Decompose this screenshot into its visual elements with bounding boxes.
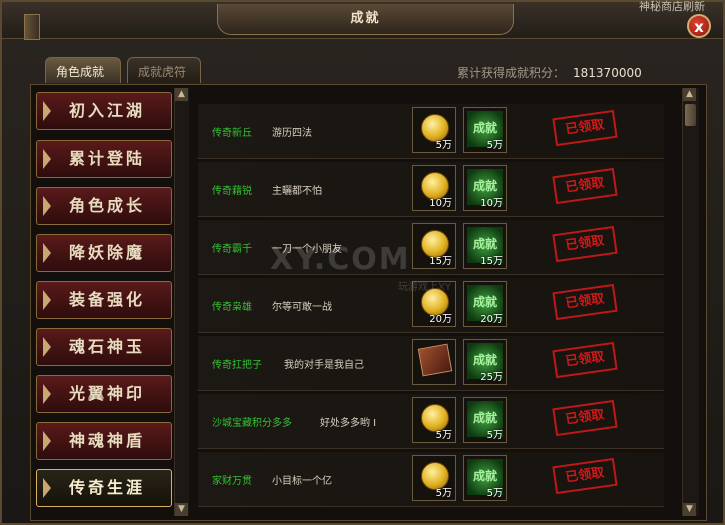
reward-qty: 5万 <box>435 140 452 151</box>
achievement-name: 传奇新丘 <box>212 128 252 139</box>
reward-achievement[interactable]: 成就 25万 <box>463 339 507 385</box>
achievement-name: 传奇霸千 <box>212 244 252 255</box>
reward-gold[interactable]: 5万 <box>412 107 456 153</box>
achievement-row: 沙城宝藏积分多多 好处多多哟 I 5万 成就 5万 已领取 <box>198 394 664 449</box>
achievement-row: 传奇扛把子 我的对手是我自己 成就 25万 已领取 <box>198 336 664 391</box>
category-item-selected[interactable]: 传奇生涯 <box>36 469 172 507</box>
category-item[interactable]: 角色成长 <box>36 187 172 225</box>
reward-qty: 5万 <box>435 488 452 499</box>
reward-qty: 15万 <box>480 256 503 267</box>
claimed-stamp: 已领取 <box>552 283 618 321</box>
category-item[interactable]: 光翼神印 <box>36 375 172 413</box>
reward-qty: 15万 <box>429 256 452 267</box>
claimed-stamp: 已领取 <box>552 167 618 205</box>
claimed-stamp: 已领取 <box>552 225 618 263</box>
reward-gold[interactable]: 10万 <box>412 165 456 211</box>
watermark-text: XY.COM <box>270 242 411 277</box>
list-scrollbar[interactable]: ▲ ▼ <box>682 88 699 516</box>
scroll-icon <box>417 343 453 377</box>
achievement-desc: 主曬都不怕 <box>272 186 322 197</box>
claimed-stamp: 已领取 <box>552 457 618 495</box>
achievement-window: 成就 神秘商店刷新 x 角色成就 成就虎符 累计获得成就积分： 181370000… <box>0 0 725 525</box>
reward-qty: 5万 <box>486 488 503 499</box>
score-value: 181370000 <box>573 66 642 80</box>
window-title: 成就 <box>217 4 514 35</box>
achievement-desc: 游历四法 <box>272 128 312 139</box>
achievement-row: 传奇藉锐 主曬都不怕 10万 成就 10万 已领取 <box>198 162 664 217</box>
reward-qty: 5万 <box>486 140 503 151</box>
reward-achievement[interactable]: 成就 15万 <box>463 223 507 269</box>
scroll-up-icon[interactable]: ▲ <box>683 88 696 101</box>
claimed-stamp: 已领取 <box>552 109 618 147</box>
achievement-row: 传奇新丘 游历四法 5万 成就 5万 已领取 <box>198 104 664 159</box>
scroll-thumb[interactable] <box>685 104 696 126</box>
category-item[interactable]: 魂石神玉 <box>36 328 172 366</box>
sidebar-scrollbar[interactable]: ▲ ▼ <box>174 88 189 516</box>
reward-qty: 10万 <box>480 198 503 209</box>
reward-achievement[interactable]: 成就 10万 <box>463 165 507 211</box>
reward-qty: 25万 <box>480 372 503 383</box>
achievement-desc: 小目标一个亿 <box>272 476 332 487</box>
category-item[interactable]: 初入江湖 <box>36 92 172 130</box>
watermark-subtext: 玩游戏上XY <box>398 282 451 293</box>
score-label: 累计获得成就积分： <box>457 66 566 80</box>
achievement-list: 传奇新丘 游历四法 5万 成就 5万 已领取 传奇藉锐 主曬都不怕 10万 成就 1… <box>198 104 664 509</box>
reward-item[interactable] <box>412 339 456 385</box>
shop-refresh-label[interactable]: 神秘商店刷新 <box>639 0 705 14</box>
achievement-name: 家财万贯 <box>212 476 252 487</box>
close-icon[interactable]: x <box>687 14 711 38</box>
reward-achievement[interactable]: 成就 5万 <box>463 455 507 501</box>
achievement-name: 沙城宝藏积分多多 <box>212 418 292 429</box>
category-item[interactable]: 神魂神盾 <box>36 422 172 460</box>
scroll-down-icon[interactable]: ▼ <box>175 503 188 516</box>
scroll-up-icon[interactable]: ▲ <box>175 88 188 101</box>
reward-gold[interactable]: 5万 <box>412 397 456 443</box>
tab-achievement-tiger-tally[interactable]: 成就虎符 <box>127 57 201 83</box>
achievement-row: 传奇霸千 一刀一个小朋友 15万 成就 15万 已领取 <box>198 220 664 275</box>
title-bar: 成就 神秘商店刷新 <box>2 0 723 40</box>
claimed-stamp: 已领取 <box>552 341 618 379</box>
reward-achievement[interactable]: 成就 20万 <box>463 281 507 327</box>
achievement-desc: 好处多多哟 I <box>320 418 377 429</box>
achievement-name: 传奇枭雄 <box>212 302 252 313</box>
category-sidebar: 初入江湖 累计登陆 角色成长 降妖除魔 装备强化 魂石神玉 光翼神印 神魂神盾 … <box>32 88 172 516</box>
achievement-name: 传奇藉锐 <box>212 186 252 197</box>
reward-achievement[interactable]: 成就 5万 <box>463 107 507 153</box>
reward-gold[interactable]: 15万 <box>412 223 456 269</box>
tab-role-achievements[interactable]: 角色成就 <box>45 57 121 83</box>
claimed-stamp: 已领取 <box>552 399 618 437</box>
reward-qty: 5万 <box>486 430 503 441</box>
achievement-name: 传奇扛把子 <box>212 360 262 371</box>
achievement-score: 累计获得成就积分： 181370000 <box>457 64 642 81</box>
achievement-row: 家财万贯 小目标一个亿 5万 成就 5万 已领取 <box>198 452 664 507</box>
reward-qty: 5万 <box>435 430 452 441</box>
reward-qty: 20万 <box>480 314 503 325</box>
category-item[interactable]: 累计登陆 <box>36 140 172 178</box>
achievement-desc: 尔等可敢一战 <box>272 302 332 313</box>
achievement-desc: 我的对手是我自己 <box>284 360 364 371</box>
scroll-down-icon[interactable]: ▼ <box>683 503 696 516</box>
reward-gold[interactable]: 5万 <box>412 455 456 501</box>
title-ornament <box>24 14 40 40</box>
category-item[interactable]: 降妖除魔 <box>36 234 172 272</box>
reward-qty: 10万 <box>429 198 452 209</box>
reward-achievement[interactable]: 成就 5万 <box>463 397 507 443</box>
reward-qty: 20万 <box>429 314 452 325</box>
category-item[interactable]: 装备强化 <box>36 281 172 319</box>
